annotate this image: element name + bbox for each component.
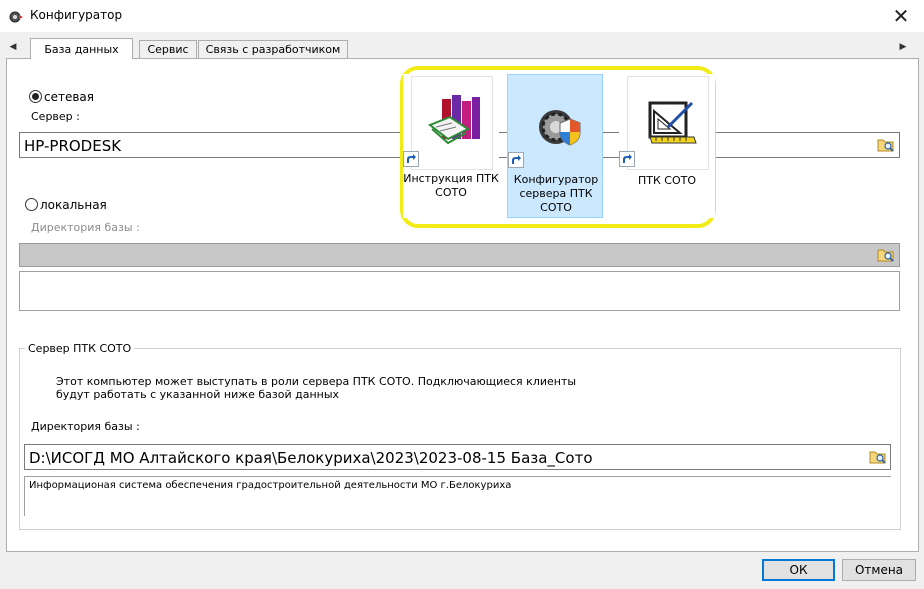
tab-service[interactable]: Сервис	[139, 40, 197, 58]
tab-scroll-left-icon[interactable]: ◀	[8, 40, 18, 54]
local-dbdir-description	[19, 271, 900, 311]
shortcut-arrow-icon	[403, 151, 419, 167]
server-description-line2: будут работать с указанной ниже базой да…	[56, 388, 340, 401]
network-radio[interactable]	[29, 90, 42, 103]
shortcut-ptk-soto[interactable]: ПТК СОТО	[619, 74, 715, 218]
server-description-line1: Этот компьютер может выступать в роли се…	[56, 375, 577, 388]
close-button[interactable]: ✕	[878, 0, 924, 32]
shortcut-icon-tile	[516, 77, 598, 171]
server-dbdir-description-box[interactable]: Информационая система обеспечения градос…	[24, 476, 891, 516]
shortcut-arrow-icon	[619, 151, 635, 167]
folder-search-icon	[877, 139, 894, 152]
shortcut-instruction[interactable]: Инструкция ПТК СОТО	[403, 74, 499, 218]
shortcut-icon-tile	[411, 76, 493, 170]
server-dbdir-label: Директория базы :	[31, 420, 140, 433]
local-dbdir-input	[19, 243, 900, 267]
shortcut-arrow-icon	[508, 152, 524, 168]
app-gear-icon	[9, 11, 23, 23]
title-bar	[0, 0, 924, 32]
server-dbdir-value[interactable]: D:\ИСОГД МО Алтайского края\Белокуриха\2…	[29, 449, 593, 467]
shortcut-label: ПТК СОТО	[637, 174, 696, 187]
ok-button[interactable]: ОК	[762, 559, 835, 581]
shortcut-label: Конфигуратор сервера ПТК СОТО	[513, 173, 599, 214]
folder-search-icon	[877, 249, 894, 262]
server-browse-button[interactable]	[875, 135, 897, 155]
local-dbdir-browse-button	[875, 245, 897, 265]
shortcut-icon-tile	[627, 76, 709, 170]
tab-contact-developer[interactable]: Связь с разработчиком	[198, 40, 348, 58]
cancel-button[interactable]: Отмена	[842, 559, 916, 581]
shortcut-server-configurator[interactable]: Конфигуратор сервера ПТК СОТО	[507, 74, 603, 218]
local-radio-label[interactable]: локальная	[40, 198, 107, 212]
server-label: Сервер :	[31, 110, 80, 123]
gear-shield-icon	[539, 110, 581, 146]
books-icon	[428, 95, 480, 145]
server-dbdir-browse-button[interactable]	[867, 447, 889, 467]
server-groupbox-title: Сервер ПТК СОТО	[25, 342, 135, 355]
tab-scroll-right-icon[interactable]: ▶	[898, 40, 908, 54]
drafting-icon	[648, 101, 697, 144]
local-dbdir-label: Директория базы :	[31, 221, 140, 234]
folder-search-icon	[869, 451, 886, 464]
server-dbdir-input[interactable]: D:\ИСОГД МО Алтайского края\Белокуриха\2…	[24, 444, 891, 470]
server-dbdir-description: Информационая система обеспечения градос…	[29, 480, 512, 491]
network-radio-label[interactable]: сетевая	[44, 90, 94, 104]
tab-database[interactable]: База данных	[30, 38, 133, 59]
server-input-value[interactable]: HP-PRODESK	[24, 137, 121, 155]
shortcut-label: Инструкция ПТК СОТО	[403, 172, 499, 199]
local-radio[interactable]	[25, 198, 38, 211]
window-title: Конфигуратор	[30, 8, 123, 22]
